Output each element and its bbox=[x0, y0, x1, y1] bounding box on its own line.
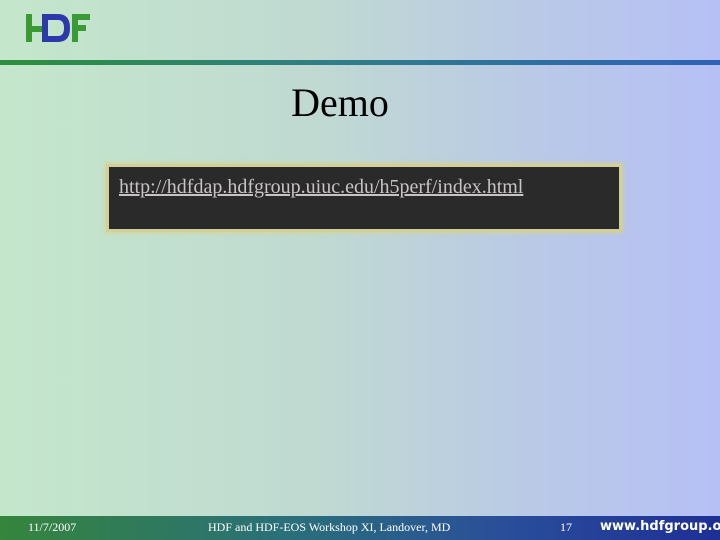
link-box: http://hdfdap.hdfgroup.uiuc.edu/h5perf/i… bbox=[106, 164, 622, 232]
hdf-logo bbox=[26, 14, 90, 42]
slide: Demo http://hdfdap.hdfgroup.uiuc.edu/h5p… bbox=[0, 0, 720, 540]
slide-title: Demo bbox=[291, 80, 389, 125]
demo-link[interactable]: http://hdfdap.hdfgroup.uiuc.edu/h5perf/i… bbox=[119, 176, 523, 199]
website-url[interactable]: www.hdfgroup.org bbox=[600, 519, 720, 534]
header-divider bbox=[0, 60, 720, 65]
footer-event: HDF and HDF-EOS Workshop XI, Landover, M… bbox=[208, 520, 451, 534]
page-number: 17 bbox=[560, 520, 572, 534]
footer-date: 11/7/2007 bbox=[28, 520, 77, 534]
footer-bar: 11/7/2007 HDF and HDF-EOS Workshop XI, L… bbox=[0, 516, 720, 540]
